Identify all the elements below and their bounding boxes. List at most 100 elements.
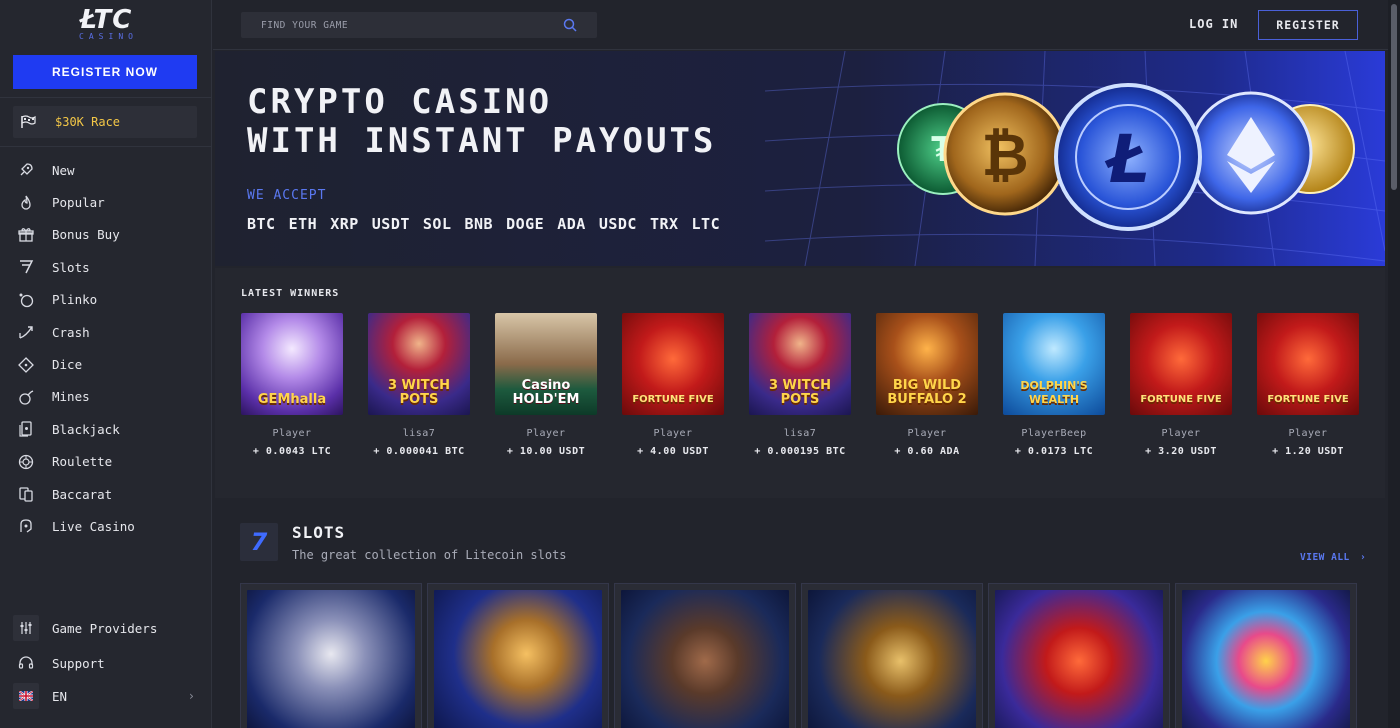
dice-icon (18, 356, 34, 373)
plinko-icon (18, 292, 34, 308)
race-button[interactable]: $30K Race (13, 106, 197, 138)
flame-icon (18, 195, 34, 211)
slots-seven-icon: 7 (250, 528, 268, 556)
sidebar-item-slots[interactable]: Slots (0, 251, 212, 283)
coin-label: SOL (422, 215, 452, 233)
winner-player: lisa7 (402, 428, 436, 439)
slot-game-card[interactable] (988, 583, 1170, 728)
view-all-label: VIEW ALL (1300, 552, 1350, 563)
sidebar-item-label: Live Casino (52, 518, 135, 534)
coin-label: ADA (557, 215, 586, 233)
sliders-icon (13, 615, 39, 641)
pegasus-artwork (434, 590, 602, 728)
sidebar: ŁTC CASINO REGISTER NOW $30K Race New Po… (0, 0, 212, 728)
winner-card[interactable]: 3 WITCH POTS lisa7 + 0.000195 BTC (749, 313, 851, 457)
slots-subtitle: The great collection of Litecoin slots (292, 548, 567, 562)
sidebar-item-dice[interactable]: Dice (0, 348, 212, 380)
scrollbar-thumb[interactable] (1391, 4, 1397, 190)
cards-icon (18, 421, 34, 437)
language-label: EN (52, 688, 68, 704)
winner-amount: + 0.0043 LTC (252, 446, 332, 457)
sidebar-item-label: Baccarat (52, 486, 113, 502)
coin-label: BNB (464, 215, 494, 233)
we-accept-label: WE ACCEPT (247, 188, 327, 203)
sidebar-item-mines[interactable]: Mines (0, 381, 212, 413)
game-title-art: FORTUNE FIVE (1267, 394, 1349, 405)
sidebar-item-popular[interactable]: Popular (0, 186, 212, 218)
logo[interactable]: ŁTC CASINO (0, 6, 212, 41)
baccarat-icon (18, 486, 34, 502)
winner-amount: + 1.20 USDT (1272, 446, 1344, 457)
sidebar-item-live-casino[interactable]: Live Casino (0, 510, 212, 542)
sidebar-item-plinko[interactable]: Plinko (0, 284, 212, 316)
sidebar-item-label: Bonus Buy (52, 227, 120, 243)
candy-artwork (1182, 590, 1350, 728)
slot-game-card[interactable] (801, 583, 983, 728)
sidebar-item-label: Dice (52, 357, 83, 373)
book-artwork (808, 590, 976, 728)
sidebar-item-roulette[interactable]: Roulette (0, 446, 212, 478)
seven-icon (18, 259, 34, 275)
game-thumbnail: FORTUNE FIVE (1130, 313, 1232, 415)
svg-text:Ł: Ł (1104, 121, 1150, 198)
winner-card[interactable]: DOLPHIN'S WEALTH PlayerBeep + 0.0173 LTC (1003, 313, 1105, 457)
gift-icon (18, 227, 34, 243)
page-scrollbar[interactable] (1388, 0, 1400, 728)
sidebar-item-bonus-buy[interactable]: Bonus Buy (0, 219, 212, 251)
crypto-coins-illustration: ₮ ₿ Ł (897, 83, 1355, 231)
winner-amount: + 0.000041 BTC (373, 446, 465, 457)
search-input[interactable] (261, 19, 563, 31)
register-now-button[interactable]: REGISTER NOW (13, 55, 197, 89)
uk-flag-icon (13, 683, 39, 709)
winner-amount: + 4.00 USDT (637, 446, 709, 457)
svg-text:₿: ₿ (981, 121, 1028, 189)
sidebar-item-crash[interactable]: Crash (0, 316, 212, 348)
divider (0, 146, 212, 147)
sidebar-item-new[interactable]: New (0, 154, 212, 186)
winner-card[interactable]: FORTUNE FIVE Player + 1.20 USDT (1257, 313, 1359, 457)
game-title-art: BIG WILD BUFFALO 2 (887, 378, 967, 407)
winner-card[interactable]: BIG WILD BUFFALO 2 Player + 0.60 ADA (876, 313, 978, 457)
support-button[interactable]: Support (13, 649, 199, 677)
slot-game-card[interactable] (1175, 583, 1357, 728)
sidebar-item-label: New (52, 162, 75, 178)
sidebar-item-blackjack[interactable]: Blackjack (0, 413, 212, 445)
slot-game-card[interactable] (240, 583, 422, 728)
view-all-link[interactable]: VIEW ALL › (1300, 552, 1366, 563)
hero-title: CRYPTO CASINO WITH INSTANT PAYOUTS (247, 83, 716, 161)
search-box[interactable] (241, 12, 597, 38)
slot-game-card[interactable] (427, 583, 609, 728)
winner-player: PlayerBeep (1021, 428, 1087, 439)
coin-label: TRX (649, 215, 679, 233)
headset-icon (13, 650, 39, 676)
hero-title-line2: WITH INSTANT PAYOUTS (247, 121, 717, 161)
slot-game-card[interactable] (614, 583, 796, 728)
search-icon[interactable] (563, 18, 577, 32)
game-thumbnail: DOLPHIN'S WEALTH (1003, 313, 1105, 415)
coin-label: BTC (247, 215, 276, 233)
game-thumbnail: FORTUNE FIVE (1257, 313, 1359, 415)
fruit-seven-artwork (995, 590, 1163, 728)
winner-card[interactable]: Casino HOLD'EM Player + 10.00 USDT (495, 313, 597, 457)
register-button[interactable]: REGISTER (1258, 10, 1358, 40)
winner-player: Player (1288, 428, 1328, 439)
winner-card[interactable]: FORTUNE FIVE Player + 3.20 USDT (1130, 313, 1232, 457)
winner-card[interactable]: FORTUNE FIVE Player + 4.00 USDT (622, 313, 724, 457)
accepted-coins-list: BTC ETH XRP USDT SOL BNB DOGE ADA USDC T… (247, 215, 720, 233)
roulette-icon (18, 454, 34, 470)
login-link[interactable]: LOG IN (1189, 17, 1238, 31)
bomb-icon (18, 389, 34, 405)
top-bar: LOG IN REGISTER (213, 0, 1388, 50)
language-selector[interactable]: EN › (13, 682, 199, 710)
winner-card[interactable]: GEMhalla Player + 0.0043 LTC (241, 313, 343, 457)
game-providers-button[interactable]: Game Providers (13, 614, 199, 642)
coin-label: LTC (691, 215, 721, 233)
hero-banner[interactable]: CRYPTO CASINO WITH INSTANT PAYOUTS WE AC… (215, 51, 1385, 266)
logo-text: ŁTC (79, 5, 133, 35)
game-thumbnail: FORTUNE FIVE (622, 313, 724, 415)
winner-amount: + 3.20 USDT (1145, 446, 1217, 457)
chevron-right-icon: › (187, 689, 195, 703)
winner-player: Player (526, 428, 566, 439)
winner-card[interactable]: 3 WITCH POTS lisa7 + 0.000041 BTC (368, 313, 470, 457)
sidebar-item-baccarat[interactable]: Baccarat (0, 478, 212, 510)
